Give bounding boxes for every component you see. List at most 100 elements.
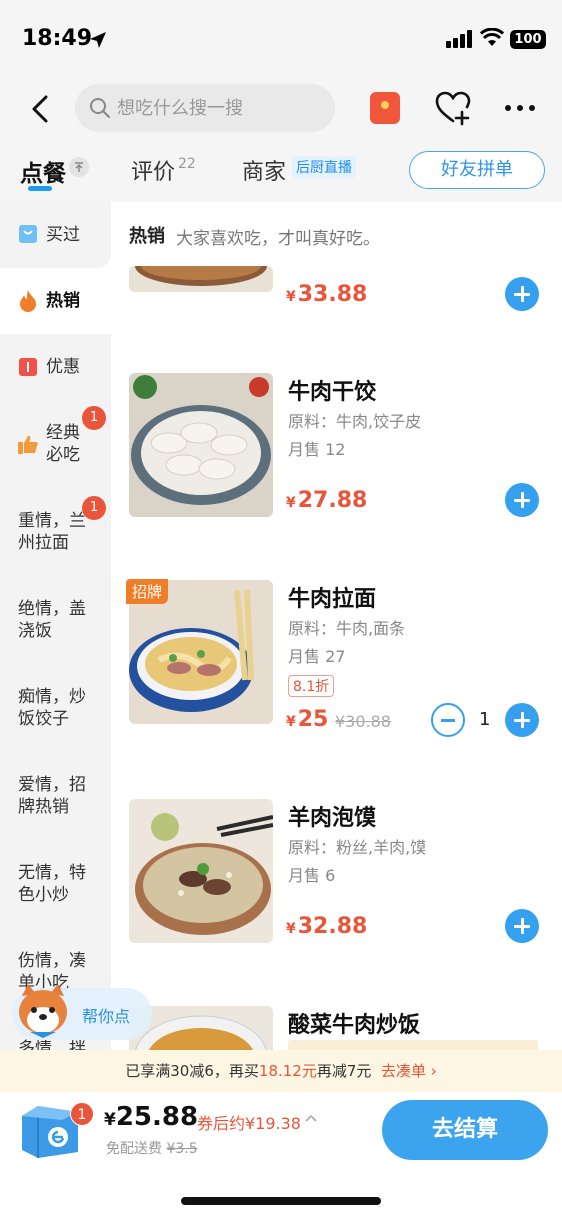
item-name[interactable]: 牛肉拉面	[288, 581, 376, 613]
promo-text: 已享满30减6，再买	[125, 1062, 259, 1080]
add-to-cart-button[interactable]	[505, 483, 539, 517]
promo-bar[interactable]: 已享满30减6，再买18.12元再减7元 去凑单 ›	[0, 1050, 562, 1092]
discount-tag-icon	[19, 358, 37, 376]
item-quantity: 1	[479, 709, 491, 730]
status-time: 18:49	[22, 26, 93, 51]
tab-bar: 点餐 评价 22 商家 后厨直播 好友拼单	[0, 140, 562, 202]
sidebar-item-label-line1: 重情，兰	[18, 511, 86, 531]
coupon-estimate[interactable]: 券后约¥19.38	[197, 1110, 301, 1134]
assistant-label[interactable]: 帮你点	[82, 1003, 130, 1027]
sidebar-item-hot[interactable]: 热销	[0, 268, 111, 334]
decrease-quantity-button[interactable]	[431, 703, 465, 737]
sidebar-item-label-line1: 痴情，炒	[18, 687, 86, 707]
add-to-cart-button[interactable]	[505, 703, 539, 737]
tab-order[interactable]: 点餐	[20, 154, 66, 188]
currency-symbol: ¥	[286, 289, 296, 305]
thumbs-up-icon	[18, 435, 38, 454]
sidebar-item-label-line2: 州拉面	[18, 533, 69, 553]
search-input[interactable]	[117, 84, 317, 132]
favorite-add-icon[interactable]	[434, 90, 472, 126]
item-name[interactable]: 酸菜牛肉炒饭	[288, 1007, 420, 1039]
signature-badge: 招牌	[126, 579, 169, 604]
item-monthly-sales: 月售 6	[288, 866, 336, 885]
item-image[interactable]	[129, 266, 273, 292]
item-name[interactable]: 羊肉泡馍	[288, 800, 376, 832]
item-price: ¥25	[286, 707, 328, 732]
sidebar-item-label-line1: 经典	[46, 423, 80, 443]
add-more-link[interactable]: 去凑单 ›	[381, 1062, 437, 1080]
checkout-button[interactable]: 去结算	[382, 1100, 548, 1160]
status-bar: 18:49 100	[0, 0, 562, 80]
search-box[interactable]	[75, 84, 335, 132]
add-to-cart-button[interactable]	[505, 277, 539, 311]
sidebar-item-classic[interactable]: 经典 必吃 1	[0, 400, 111, 490]
back-arrow-icon[interactable]	[26, 92, 56, 126]
currency-symbol: ¥	[286, 921, 296, 937]
battery-indicator: 100	[510, 30, 546, 49]
add-to-cart-button[interactable]	[505, 909, 539, 943]
item-promo-strip	[288, 1040, 538, 1050]
item-image[interactable]	[129, 373, 273, 517]
header	[0, 80, 562, 140]
kitchen-live-badge[interactable]: 后厨直播	[292, 156, 356, 178]
sidebar-item-label-line1: 绝情，盖	[18, 599, 86, 619]
shiba-mascot-icon[interactable]	[14, 982, 72, 1040]
currency-symbol: ¥	[104, 1110, 116, 1130]
more-icon[interactable]	[502, 96, 538, 120]
sidebar-item-label-line1: 爱情，招	[18, 775, 86, 795]
sidebar-item-lanzhou-noodles[interactable]: 重情，兰 州拉面 1	[0, 490, 111, 578]
search-icon	[90, 98, 111, 119]
sidebar-count-badge: 1	[82, 496, 106, 520]
delivery-original-fee: ¥3.5	[166, 1141, 198, 1157]
sidebar-item-label-line2: 饭饺子	[18, 709, 69, 729]
sidebar-item-label-line2: 牌热销	[18, 797, 69, 817]
reviews-count: 22	[178, 156, 196, 172]
cart-count-badge: 1	[70, 1102, 94, 1126]
item-image[interactable]	[129, 799, 273, 943]
sidebar-item-label-line2: 浇饭	[18, 621, 52, 641]
sidebar-item-label-line1: 无情，特	[18, 863, 86, 883]
item-price: ¥32.88	[286, 914, 367, 939]
delivery-fee: 免配送费 ¥3.5	[106, 1138, 198, 1158]
section-title: 热销	[129, 226, 165, 247]
currency-symbol: ¥	[286, 714, 296, 730]
sidebar-item-fried-rice-dumplings[interactable]: 痴情，炒 饭饺子	[0, 666, 111, 754]
tab-merchant[interactable]: 商家	[242, 154, 286, 186]
promo-text-2: 再减7元	[316, 1062, 372, 1080]
menu-list: 热销 大家喜欢吃，才叫真好吃。 ¥33.88 牛肉干饺 原料：牛肉,饺子皮 月售…	[111, 202, 562, 1050]
sidebar-item-rice-bowl[interactable]: 绝情，盖 浇饭	[0, 578, 111, 666]
section-subtitle: 大家喜欢吃，才叫真好吃。	[176, 229, 380, 249]
chevron-up-icon[interactable]	[304, 1113, 318, 1123]
sidebar-item-discount[interactable]: 优惠	[0, 334, 111, 400]
sidebar-item-label: 热销	[46, 291, 80, 311]
sidebar-item-label: 优惠	[46, 357, 80, 377]
item-monthly-sales: 月售 12	[288, 440, 346, 459]
sidebar-item-bought[interactable]: 买过	[0, 202, 111, 268]
currency-symbol: ¥	[286, 495, 296, 511]
location-arrow-icon	[90, 32, 106, 48]
wifi-icon	[480, 28, 504, 46]
sidebar-item-signature[interactable]: 爱情，招 牌热销	[0, 754, 111, 842]
category-sidebar: 买过 热销 优惠 经典 必吃 1 重情，兰 州拉面 1 绝情，盖 浇饭 痴情，炒…	[0, 202, 111, 1050]
sidebar-item-label-line1: 伤情，凑	[18, 951, 86, 971]
tab-reviews[interactable]: 评价	[131, 154, 175, 186]
item-ingredients: 原料：牛肉,面条	[288, 619, 406, 638]
flame-icon	[20, 290, 36, 312]
cart-total-value: 25.88	[115, 1102, 199, 1132]
collapse-up-icon[interactable]	[69, 157, 89, 177]
item-price-value: 33.88	[297, 282, 368, 307]
discount-badge: 8.1折	[288, 675, 335, 697]
cart-total: ¥25.88	[104, 1102, 198, 1132]
sidebar-item-stir-fry[interactable]: 无情，特 色小炒	[0, 842, 111, 930]
group-order-button[interactable]: 好友拼单	[409, 151, 545, 189]
home-indicator[interactable]	[181, 1197, 381, 1205]
sidebar-item-label-line2: 色小炒	[18, 885, 69, 905]
item-ingredients: 原料：牛肉,饺子皮	[288, 412, 422, 431]
signal-icon	[446, 30, 472, 48]
item-monthly-sales: 月售 27	[288, 647, 346, 666]
item-name[interactable]: 牛肉干饺	[288, 374, 376, 406]
item-price-value: 32.88	[297, 914, 368, 939]
red-packet-icon[interactable]	[370, 92, 400, 124]
item-price: ¥33.88	[286, 282, 367, 307]
item-price-value: 27.88	[297, 488, 368, 513]
